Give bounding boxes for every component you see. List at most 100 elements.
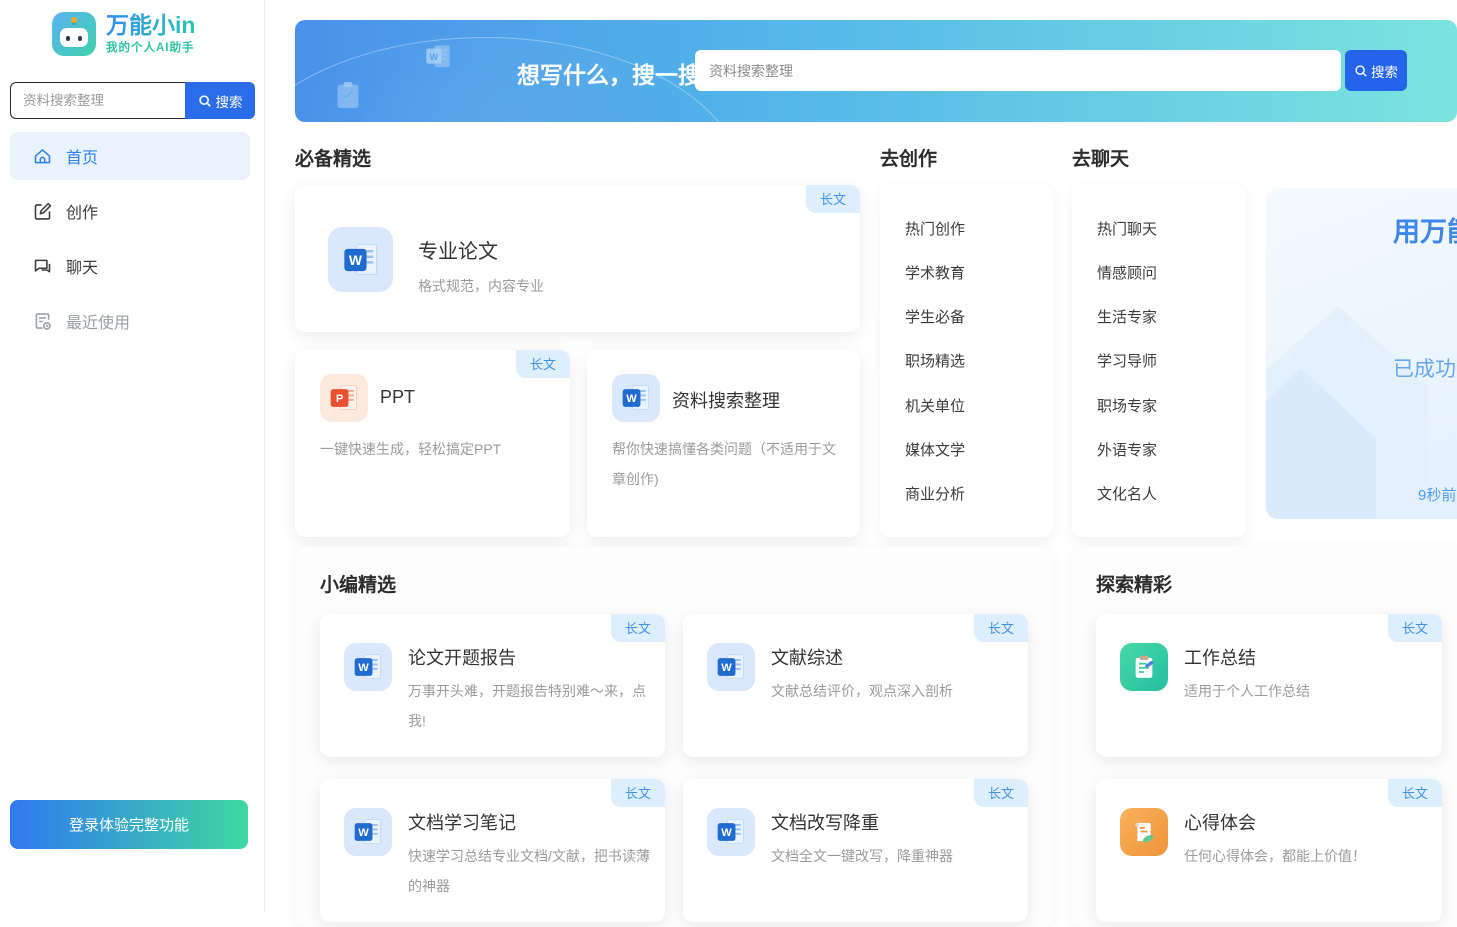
svg-text:W: W: [721, 827, 732, 839]
long-text-badge: 长文: [974, 614, 1028, 642]
chat-category-list: 热门聊天 情感顾问 生活专家 学习导师 职场专家 外语专家 文化名人: [1072, 185, 1246, 537]
work-summary-icon: [1120, 643, 1168, 691]
sidebar-item-chat[interactable]: 聊天: [10, 242, 250, 290]
card-desc: 快速学习总结专业文档/文献，把书读薄的神器: [408, 841, 650, 901]
card-desc: 文献总结评价，观点深入剖析: [771, 676, 1013, 706]
insight-icon: [1120, 808, 1168, 856]
explore-section: 探索精彩 长文 工作总结 适用于个人工作总结 长文 心得体会 任何心得体会，都能…: [1072, 547, 1457, 927]
svg-text:W: W: [721, 662, 732, 674]
long-text-badge: 长文: [1388, 614, 1442, 642]
clipboard-decoration-icon: [335, 80, 361, 110]
recent-icon: [32, 311, 53, 332]
card-document-rewrite[interactable]: 长文 W 文档改写降重 文档全文一键改写，降重神器: [683, 779, 1028, 922]
card-research-organize[interactable]: W 资料搜索整理 帮你快速搞懂各类问题（不适用于文章创作): [587, 350, 860, 537]
svg-text:P: P: [336, 393, 344, 405]
long-text-badge: 长文: [1388, 779, 1442, 807]
banner-search-button[interactable]: 搜索: [1345, 50, 1407, 91]
chat-category-item[interactable]: 外语专家: [1097, 439, 1246, 460]
word-icon: W: [707, 808, 755, 856]
card-title: 专业论文: [418, 235, 498, 264]
long-text-badge: 长文: [611, 614, 665, 642]
sidebar-search-input[interactable]: [10, 82, 185, 119]
editor-picks-section: 小编精选 长文 W 论文开题报告 万事开头难，开题报告特别难～来，点我! 长文 …: [296, 547, 1053, 927]
word-icon: W: [344, 643, 392, 691]
card-desc: 任何心得体会，都能上价值！: [1184, 841, 1426, 871]
app-title: 万能小in: [106, 13, 195, 38]
section-title-create: 去创作: [880, 144, 937, 171]
promo-headline: 用万能: [1393, 210, 1457, 249]
chat-category-item[interactable]: 职场专家: [1097, 395, 1246, 416]
svg-text:W: W: [430, 52, 439, 62]
card-title: 文献综述: [771, 644, 843, 670]
card-desc: 文档全文一键改写，降重神器: [771, 841, 1013, 871]
create-category-list: 热门创作 学术教育 学生必备 职场精选 机关单位 媒体文学 商业分析: [880, 185, 1053, 537]
card-professional-paper[interactable]: 长文 W 专业论文 格式规范，内容专业: [295, 185, 860, 332]
word-doc-decoration-icon: W: [423, 42, 453, 72]
hero-banner: W 想写什么，搜一搜 搜索: [295, 20, 1457, 122]
sidebar-item-home[interactable]: 首页: [10, 132, 250, 180]
create-category-item[interactable]: 媒体文学: [905, 439, 1053, 460]
svg-text:W: W: [348, 252, 362, 268]
sidebar-item-recent[interactable]: 最近使用: [10, 297, 250, 345]
ppt-icon: P: [320, 374, 368, 422]
card-desc: 万事开头难，开题报告特别难～来，点我!: [408, 676, 650, 736]
card-reflections[interactable]: 长文 心得体会 任何心得体会，都能上价值！: [1096, 779, 1442, 922]
card-title: 文档改写降重: [771, 809, 879, 835]
promo-status-text: 已成功创: [1393, 353, 1457, 383]
search-icon: [198, 94, 212, 108]
word-icon: W: [707, 643, 755, 691]
card-desc: 帮你快速搞懂各类问题（不适用于文章创作): [612, 434, 844, 494]
banner-title: 想写什么，搜一搜: [517, 56, 701, 90]
home-icon: [32, 146, 53, 167]
card-desc: 格式规范，内容专业: [418, 271, 544, 301]
app-logo[interactable]: 万能小in 我的个人AI助手: [52, 12, 195, 56]
svg-text:W: W: [626, 393, 637, 405]
promo-timestamp: 9秒前: [1418, 484, 1456, 505]
create-category-item[interactable]: 机关单位: [905, 395, 1053, 416]
svg-text:W: W: [358, 827, 369, 839]
word-icon: W: [344, 808, 392, 856]
card-desc: 一键快速生成，轻松搞定PPT: [320, 434, 550, 464]
card-ppt[interactable]: 长文 P PPT 一键快速生成，轻松搞定PPT: [295, 350, 570, 537]
create-category-item[interactable]: 职场精选: [905, 350, 1053, 371]
login-button[interactable]: 登录体验完整功能: [10, 800, 248, 849]
card-title: PPT: [380, 387, 415, 408]
create-category-item[interactable]: 热门创作: [905, 218, 1053, 239]
card-title: 资料搜索整理: [672, 387, 780, 413]
long-text-badge: 长文: [516, 350, 570, 378]
card-title: 心得体会: [1184, 809, 1256, 835]
chat-category-item[interactable]: 生活专家: [1097, 306, 1246, 327]
sidebar-nav: 首页 创作 聊天 最近使用: [10, 132, 250, 352]
create-category-item[interactable]: 学术教育: [905, 262, 1053, 283]
banner-search-input[interactable]: [695, 50, 1341, 91]
section-title-essentials: 必备精选: [295, 144, 371, 171]
robot-logo-icon: [52, 12, 96, 56]
create-category-item[interactable]: 学生必备: [905, 306, 1053, 327]
long-text-badge: 长文: [806, 185, 860, 213]
sidebar-search: 搜索: [10, 82, 255, 119]
edit-icon: [32, 201, 53, 222]
sidebar-item-create[interactable]: 创作: [10, 187, 250, 235]
card-document-study-notes[interactable]: 长文 W 文档学习笔记 快速学习总结专业文档/文献，把书读薄的神器: [320, 779, 665, 922]
card-desc: 适用于个人工作总结: [1184, 676, 1426, 706]
word-icon: W: [328, 227, 393, 292]
promo-card[interactable]: 用万能 已成功创 9秒前: [1266, 188, 1457, 519]
section-title-editor-picks: 小编精选: [320, 570, 396, 597]
create-category-item[interactable]: 商业分析: [905, 483, 1053, 504]
long-text-badge: 长文: [974, 779, 1028, 807]
word-icon: W: [612, 374, 660, 422]
chat-icon: [32, 256, 53, 277]
chat-category-item[interactable]: 热门聊天: [1097, 218, 1246, 239]
card-thesis-proposal[interactable]: 长文 W 论文开题报告 万事开头难，开题报告特别难～来，点我!: [320, 614, 665, 757]
chat-category-item[interactable]: 文化名人: [1097, 483, 1246, 504]
card-work-summary[interactable]: 长文 工作总结 适用于个人工作总结: [1096, 614, 1442, 757]
chat-category-item[interactable]: 学习导师: [1097, 350, 1246, 371]
sidebar: 万能小in 我的个人AI助手 搜索 首页 创作 聊天 最近使用 登录体验完整功能: [0, 0, 265, 912]
svg-text:W: W: [358, 662, 369, 674]
card-literature-review[interactable]: 长文 W 文献综述 文献总结评价，观点深入剖析: [683, 614, 1028, 757]
card-title: 论文开题报告: [408, 644, 516, 670]
banner-search: 搜索: [695, 50, 1407, 91]
long-text-badge: 长文: [611, 779, 665, 807]
sidebar-search-button[interactable]: 搜索: [185, 82, 255, 119]
chat-category-item[interactable]: 情感顾问: [1097, 262, 1246, 283]
